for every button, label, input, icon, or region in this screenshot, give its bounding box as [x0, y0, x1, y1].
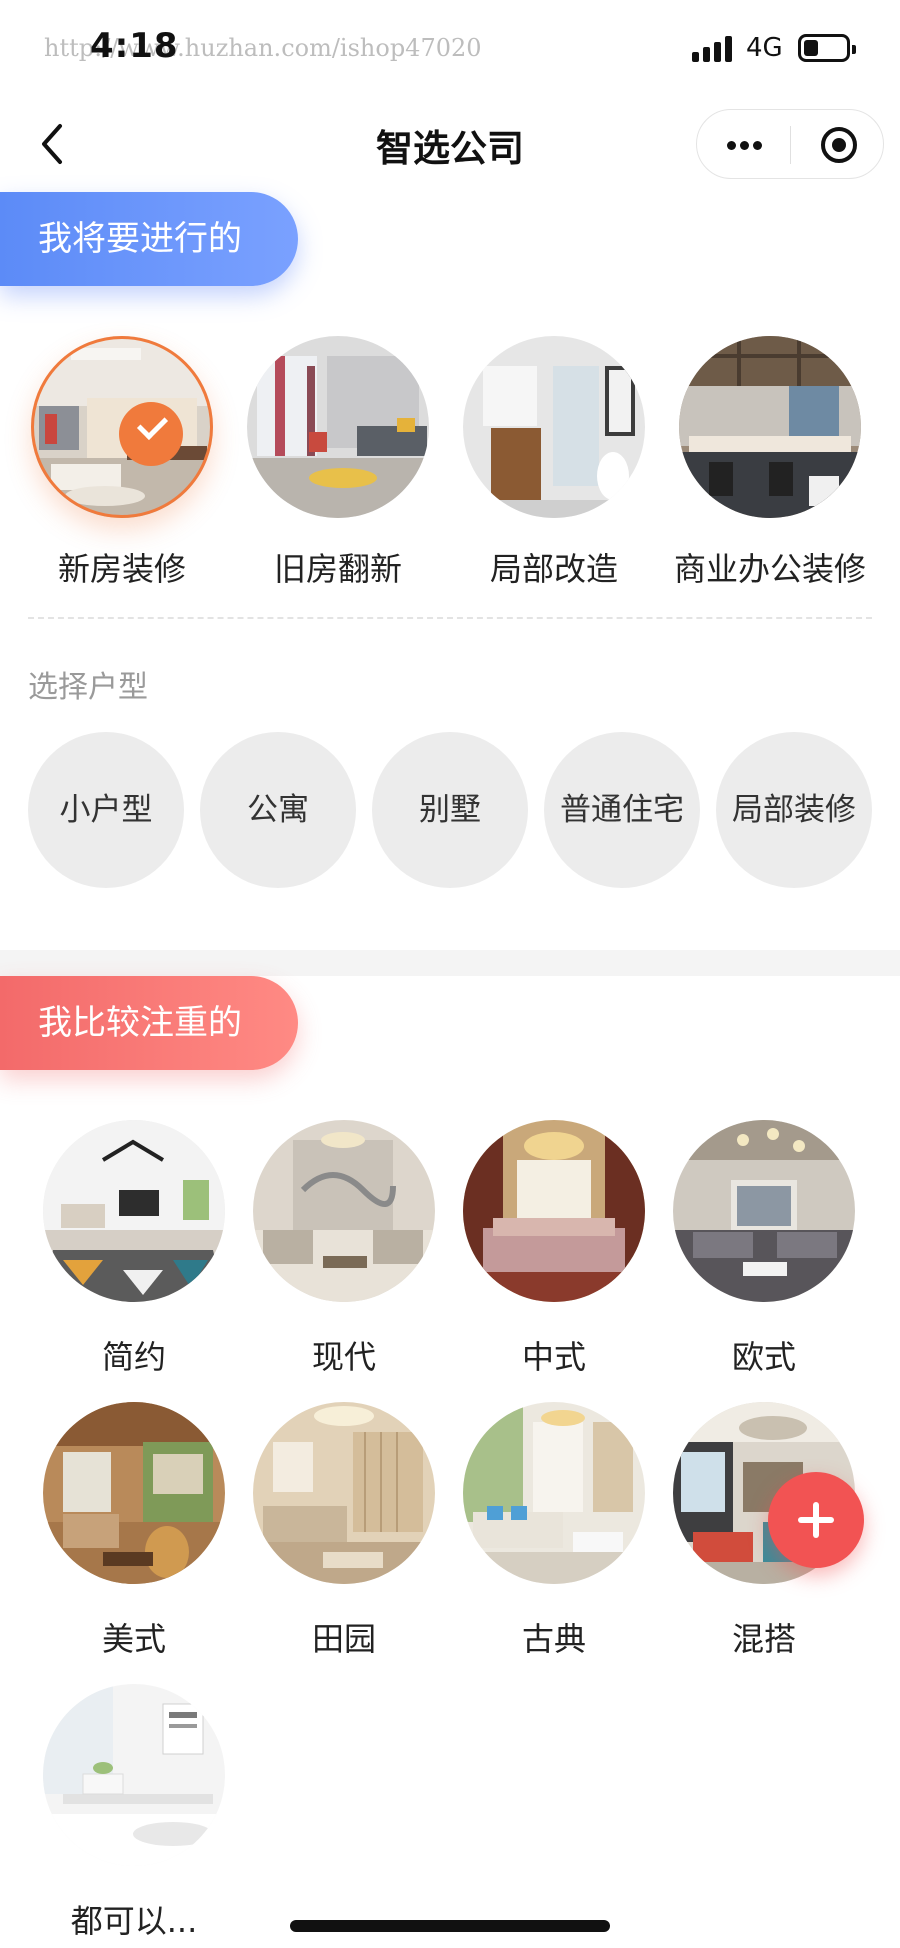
- style-label: 田园: [311, 1620, 376, 1658]
- style-label: 简约: [101, 1338, 166, 1376]
- renovation-label: 新房装修: [57, 550, 186, 588]
- renovation-type-list: 新房装修 旧房翻新 局部改造 商业办公装修: [0, 336, 900, 596]
- house-type-partial[interactable]: 局部装修: [716, 732, 872, 888]
- chinese-style-photo: [463, 1120, 645, 1302]
- battery-icon: [798, 34, 856, 62]
- house-type-residence[interactable]: 普通住宅: [544, 732, 700, 888]
- style-option-any[interactable]: 都可以...: [34, 1684, 234, 1942]
- old-house-photo: [247, 336, 429, 518]
- house-type-apartment[interactable]: 公寓: [200, 732, 356, 888]
- style-label: 现代: [311, 1338, 376, 1376]
- style-option-chinese[interactable]: 中式: [454, 1120, 654, 1378]
- renovation-label: 商业办公装修: [673, 550, 866, 588]
- style-option-pastoral[interactable]: 田园: [244, 1402, 444, 1660]
- add-fab-button[interactable]: [768, 1472, 864, 1568]
- home-indicator[interactable]: [290, 1920, 610, 1932]
- classic-style-photo: [463, 1402, 645, 1584]
- pastoral-style-photo: [253, 1402, 435, 1584]
- section-banner-plan: 我将要进行的: [0, 192, 298, 286]
- renovation-option-old[interactable]: 旧房翻新: [230, 336, 446, 590]
- section-separator: [0, 950, 900, 976]
- capsule-divider: [790, 126, 791, 164]
- house-type-small[interactable]: 小户型: [28, 732, 184, 888]
- style-label: 美式: [101, 1620, 166, 1658]
- new-house-photo: [31, 336, 213, 518]
- section-banner-style: 我比较注重的: [0, 976, 298, 1070]
- renovation-option-partial[interactable]: 局部改造: [446, 336, 662, 590]
- style-option-simple[interactable]: 简约: [34, 1120, 234, 1378]
- renovation-label: 旧房翻新: [273, 550, 402, 588]
- style-option-european[interactable]: 欧式: [664, 1120, 864, 1378]
- style-option-american[interactable]: 美式: [34, 1402, 234, 1660]
- modern-style-photo: [253, 1120, 435, 1302]
- style-label: 混搭: [731, 1620, 796, 1658]
- house-type-title: 选择户型: [28, 670, 148, 705]
- selected-check-icon: [119, 402, 183, 466]
- renovation-option-commercial[interactable]: 商业办公装修: [662, 336, 878, 590]
- simple-style-photo: [43, 1120, 225, 1302]
- partial-renovation-photo: [463, 336, 645, 518]
- style-label: 都可以...: [70, 1902, 198, 1940]
- signal-icon: [692, 36, 734, 62]
- more-dots-icon[interactable]: [723, 110, 767, 178]
- renovation-label: 局部改造: [489, 550, 618, 588]
- american-style-photo: [43, 1402, 225, 1584]
- network-type: 4G: [746, 33, 783, 63]
- renovation-option-new[interactable]: 新房装修: [14, 336, 230, 590]
- style-option-modern[interactable]: 现代: [244, 1120, 444, 1378]
- style-option-classic[interactable]: 古典: [454, 1402, 654, 1660]
- style-label: 中式: [521, 1338, 586, 1376]
- dashed-divider: [28, 617, 872, 619]
- style-label: 欧式: [731, 1338, 796, 1376]
- any-style-photo: [43, 1684, 225, 1866]
- close-target-icon[interactable]: [821, 127, 857, 163]
- house-type-villa[interactable]: 别墅: [372, 732, 528, 888]
- status-time: 4:18: [90, 26, 179, 66]
- european-style-photo: [673, 1120, 855, 1302]
- miniprogram-capsule: [696, 109, 884, 179]
- status-bar: http://www.huzhan.com/ishop47020 4:18 4G: [0, 0, 900, 100]
- style-label: 古典: [521, 1620, 586, 1658]
- office-renovation-photo: [679, 336, 861, 518]
